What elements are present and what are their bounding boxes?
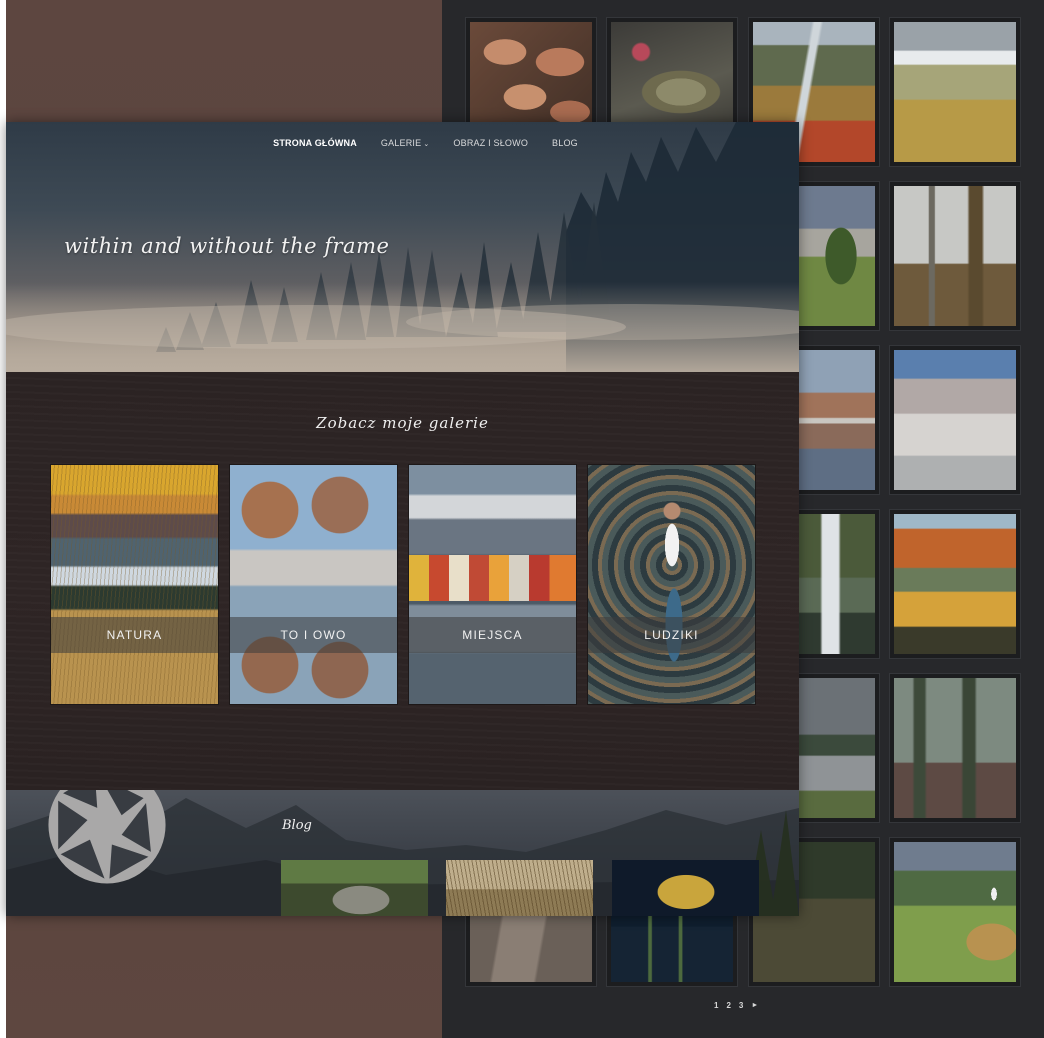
gallery-card-label: LUDZIKI bbox=[588, 617, 755, 653]
gallery-card-to-i-owo[interactable]: TO I OWO bbox=[229, 464, 398, 705]
gallery-card-label: NATURA bbox=[51, 617, 218, 653]
blog-post-thumb-rocks[interactable] bbox=[281, 860, 428, 916]
grid-thumb-forest-path[interactable] bbox=[890, 674, 1020, 822]
galleries-heading: Zobacz moje galerie bbox=[316, 414, 489, 432]
blog-post-thumb-reeds[interactable] bbox=[446, 860, 593, 916]
pagination: 1 2 3 ► bbox=[714, 998, 758, 1012]
nav-galleries-label: GALERIE bbox=[380, 138, 422, 148]
nav-blog[interactable]: BLOG bbox=[552, 138, 578, 154]
gallery-card-miejsca[interactable]: MIEJSCA bbox=[408, 464, 577, 705]
nav-home[interactable]: STRONA GŁÓWNA bbox=[273, 138, 357, 154]
page-link-3[interactable]: 3 bbox=[739, 1001, 743, 1010]
blog-heading: Blog bbox=[282, 818, 312, 833]
grid-thumb-autumn-river[interactable] bbox=[890, 510, 1020, 658]
blog-section: Blog bbox=[6, 790, 799, 916]
gallery-card-natura[interactable]: NATURA bbox=[50, 464, 219, 705]
grid-thumb-stork-haybale[interactable] bbox=[890, 838, 1020, 986]
gallery-card-label: TO I OWO bbox=[230, 617, 397, 653]
main-navigation: STRONA GŁÓWNA GALERIE ⌄ OBRAZ I SŁOWO BLO… bbox=[6, 138, 799, 154]
nav-galleries[interactable]: GALERIE ⌄ bbox=[381, 138, 430, 154]
website-preview: STRONA GŁÓWNA GALERIE ⌄ OBRAZ I SŁOWO BLO… bbox=[6, 122, 799, 916]
page-link-1[interactable]: 1 bbox=[714, 1001, 718, 1010]
galleries-section: Zobacz moje galerie NATURA TO I OWO MIEJ… bbox=[6, 372, 799, 792]
grid-thumb-snowy-valley[interactable] bbox=[890, 18, 1020, 166]
grid-thumb-foggy-forest[interactable] bbox=[890, 182, 1020, 330]
hero-tagline: within and without the frame bbox=[64, 234, 390, 258]
gallery-card-label: MIEJSCA bbox=[409, 617, 576, 653]
screenshot-stage: 1 2 3 ► STRONA GŁÓWNA GALERIE ⌄ OBRAZ I … bbox=[0, 0, 1044, 1038]
page-link-2[interactable]: 2 bbox=[726, 1001, 730, 1010]
blog-post-thumb-golden-tree[interactable] bbox=[612, 860, 759, 916]
next-arrow-icon[interactable]: ► bbox=[751, 1002, 758, 1009]
chevron-down-icon: ⌄ bbox=[423, 141, 430, 148]
hero-banner: STRONA GŁÓWNA GALERIE ⌄ OBRAZ I SŁOWO BLO… bbox=[6, 122, 799, 372]
nav-image-and-word[interactable]: OBRAZ I SŁOWO bbox=[453, 138, 528, 154]
grid-thumb-frosty-field[interactable] bbox=[890, 346, 1020, 494]
aperture-logo-icon bbox=[48, 790, 166, 884]
gallery-card-ludziki[interactable]: LUDZIKI bbox=[587, 464, 756, 705]
